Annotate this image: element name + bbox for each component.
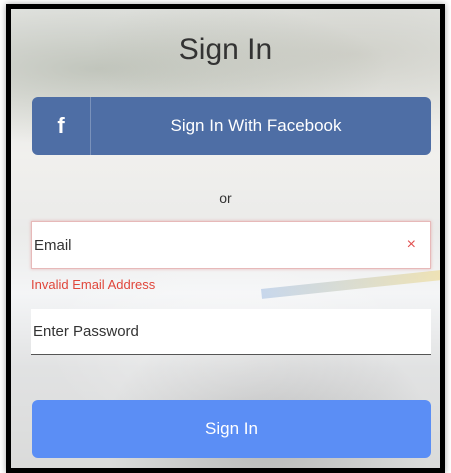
- facebook-signin-button[interactable]: f Sign In With Facebook: [32, 97, 431, 155]
- sign-in-panel: Sign In f Sign In With Facebook or × Inv…: [6, 4, 445, 473]
- facebook-signin-label: Sign In With Facebook: [170, 116, 342, 135]
- or-divider: or: [219, 190, 232, 206]
- sign-in-button[interactable]: Sign In: [32, 400, 431, 458]
- password-field-container: [31, 309, 433, 355]
- clear-icon[interactable]: ×: [407, 236, 416, 254]
- email-error-message: Invalid Email Address: [31, 277, 156, 292]
- facebook-icon: f: [32, 97, 91, 155]
- password-field[interactable]: [31, 309, 433, 354]
- email-field[interactable]: [32, 222, 394, 268]
- page-title: Sign In: [178, 33, 273, 66]
- email-field-container: ×: [31, 221, 431, 269]
